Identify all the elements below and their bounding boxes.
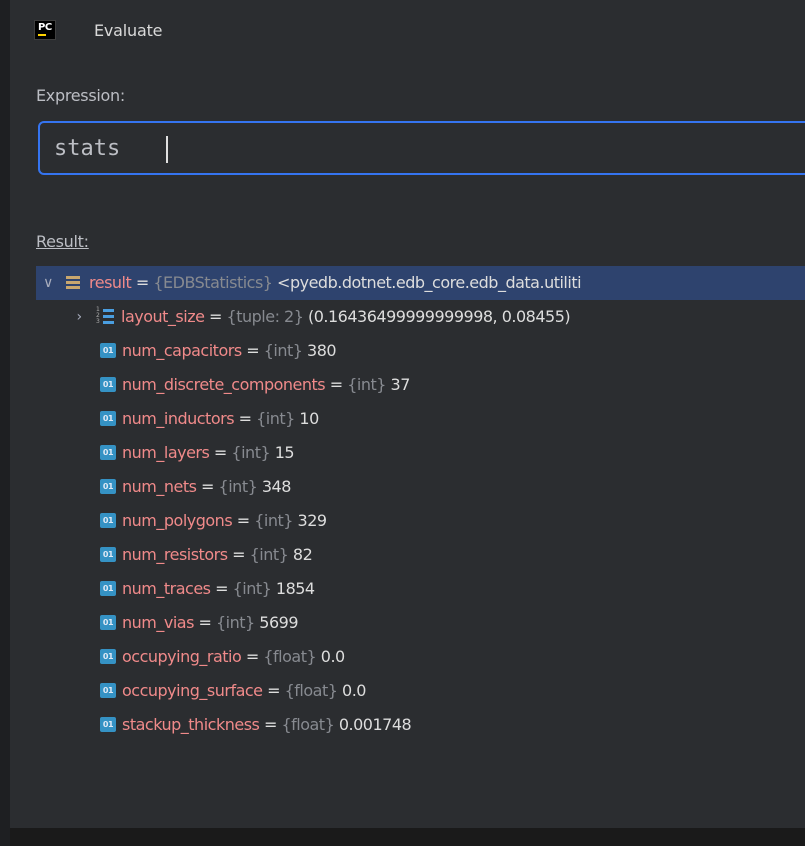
tree-item-type: {float} [284, 681, 338, 700]
tree-item-type: {int} [347, 375, 386, 394]
tree-item-name: result [89, 273, 132, 292]
tree-item-type: {int} [254, 511, 293, 530]
int-icon: 01 [100, 445, 116, 460]
tuple-icon: 123 [96, 307, 114, 326]
tree-item-name: num_resistors [122, 545, 228, 564]
tree-item-name: stackup_thickness [122, 715, 260, 734]
tree-row[interactable]: 01 num_vias = {int} 5699 [36, 606, 805, 640]
tree-item-value: 380 [302, 341, 337, 360]
int-icon: 01 [100, 343, 116, 358]
tree-item-value: 0.0 [337, 681, 366, 700]
tree-row[interactable]: 01 occupying_ratio = {float} 0.0 [36, 640, 805, 674]
tree-item-name: num_inductors [122, 409, 235, 428]
tree-item-value: 82 [288, 545, 313, 564]
tree-row[interactable]: 01 num_discrete_components = {int} 37 [36, 368, 805, 402]
left-edge-strip [0, 0, 10, 846]
bottom-edge [10, 828, 805, 846]
tree-item-name: num_discrete_components [122, 375, 326, 394]
tree-item-name: layout_size [121, 307, 205, 326]
tree-row[interactable]: 01 num_resistors = {int} 82 [36, 538, 805, 572]
tree-item-value: (0.16436499999999998, 0.08455) [303, 307, 571, 326]
int-icon: 01 [100, 377, 116, 392]
expression-input[interactable] [54, 133, 754, 163]
tree-item-name: num_capacitors [122, 341, 242, 360]
text-caret [166, 136, 168, 163]
tree-item-value: 0.001748 [334, 715, 412, 734]
tree-item-name: occupying_ratio [122, 647, 242, 666]
tree-row[interactable]: 01 num_layers = {int} 15 [36, 436, 805, 470]
tree-item-name: num_traces [122, 579, 211, 598]
tree-item-value: 10 [294, 409, 319, 428]
tree-item-type: {int} [216, 613, 255, 632]
int-icon: 01 [100, 717, 116, 732]
int-icon: 01 [100, 581, 116, 596]
chevron-down-icon[interactable]: ∨ [40, 266, 56, 300]
int-icon: 01 [100, 513, 116, 528]
tree-row[interactable]: 01 num_inductors = {int} 10 [36, 402, 805, 436]
tree-item-value: 37 [385, 375, 411, 394]
dialog-title: Evaluate [94, 21, 163, 40]
tree-item-name: occupying_surface [122, 681, 263, 700]
tree-item-value: 5699 [254, 613, 299, 632]
int-icon: 01 [100, 683, 116, 698]
expression-field[interactable] [38, 121, 805, 175]
tree-row[interactable]: 01 num_traces = {int} 1854 [36, 572, 805, 606]
tree-item-value: 329 [292, 511, 328, 530]
list-icon [66, 276, 80, 290]
tree-item-name: num_nets [122, 477, 197, 496]
tree-item-name: num_vias [122, 613, 194, 632]
tree-item-type: {int} [218, 477, 258, 496]
expression-label: Expression: [36, 86, 125, 105]
tree-item-value: <pyedb.dotnet.edb_core.edb_data.utiliti [272, 273, 582, 292]
tree-item-type: {EDBStatistics} [153, 273, 273, 292]
int-icon: 01 [100, 411, 116, 426]
tree-item-type: {int} [263, 341, 303, 360]
tree-row[interactable]: 01 num_polygons = {int} 329 [36, 504, 805, 538]
tree-row-result[interactable]: ∨ result = {EDBStatistics} <pyedb.dotnet… [36, 266, 805, 300]
tree-item-type: {int} [249, 545, 289, 564]
tree-row[interactable]: 01 stackup_thickness = {float} 0.001748 [36, 708, 805, 742]
result-tree[interactable]: ∨ result = {EDBStatistics} <pyedb.dotnet… [36, 266, 805, 828]
tree-item-type: {tuple: 2} [226, 307, 304, 326]
int-icon: 01 [100, 649, 116, 664]
tree-item-value: 15 [270, 443, 295, 462]
tree-item-type: {float} [263, 647, 317, 666]
tree-item-name: num_polygons [122, 511, 233, 530]
evaluate-dialog: PC Evaluate Expression: Result: ∨ result… [10, 0, 805, 828]
tree-row[interactable]: › 123 layout_size = {tuple: 2} (0.164364… [36, 300, 805, 334]
tree-item-type: {int} [256, 409, 295, 428]
title-bar[interactable]: PC Evaluate [10, 0, 805, 62]
tree-item-value: 348 [257, 477, 292, 496]
tree-row[interactable]: 01 num_nets = {int} 348 [36, 470, 805, 504]
tree-row[interactable]: 01 occupying_surface = {float} 0.0 [36, 674, 805, 708]
tree-item-type: {int} [232, 579, 272, 598]
pycharm-app-icon: PC [34, 20, 56, 40]
int-icon: 01 [100, 547, 116, 562]
tree-item-name: num_layers [122, 443, 210, 462]
tree-item-value: 1854 [271, 579, 315, 598]
tree-item-type: {float} [281, 715, 335, 734]
tree-item-value: 0.0 [316, 647, 345, 666]
tree-item-type: {int} [231, 443, 271, 462]
result-label: Result: [36, 232, 89, 251]
tree-row[interactable]: 01 num_capacitors = {int} 380 [36, 334, 805, 368]
int-icon: 01 [100, 615, 116, 630]
chevron-right-icon[interactable]: › [71, 300, 87, 334]
int-icon: 01 [100, 479, 116, 494]
